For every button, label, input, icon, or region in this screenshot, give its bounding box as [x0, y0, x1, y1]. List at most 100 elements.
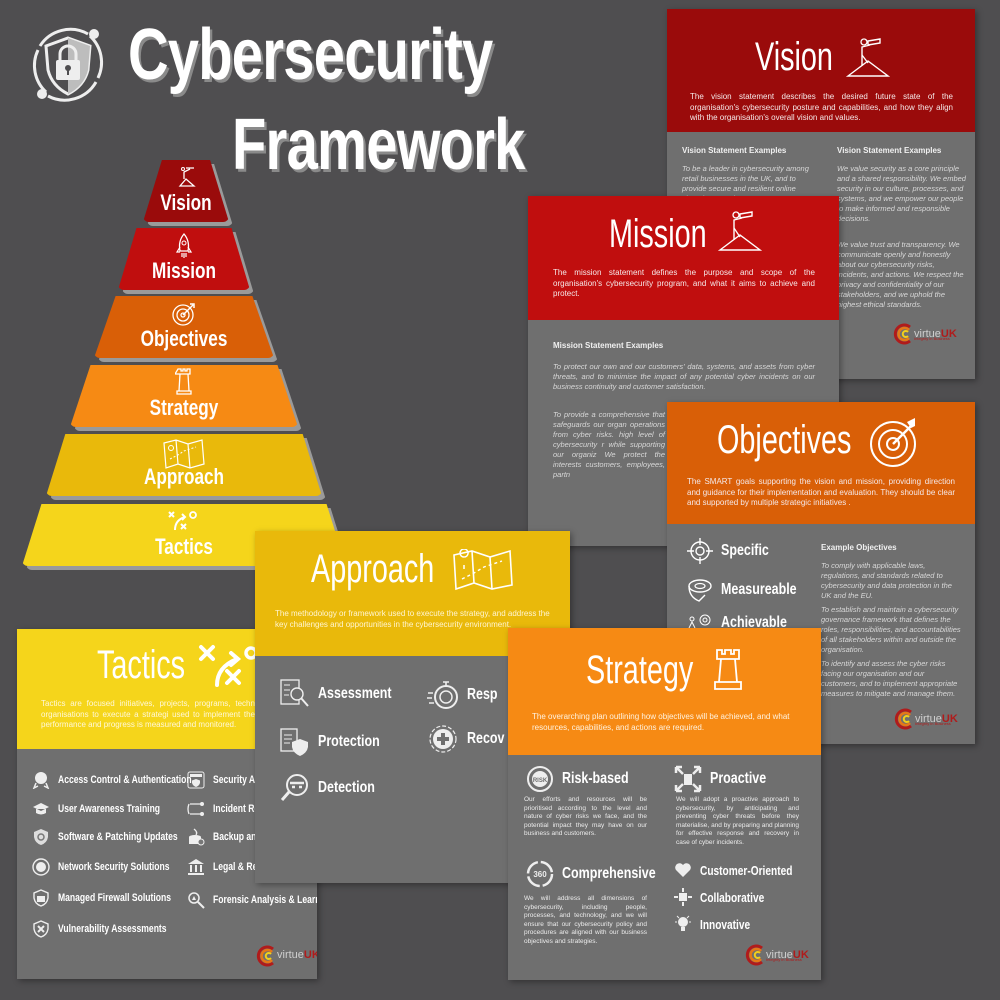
mission-examples-heading: Mission Statement Examples: [553, 341, 664, 350]
firewall-icon: [33, 889, 49, 907]
tactic-item: Software & Patching Updates: [32, 828, 211, 846]
database-fire-icon: [189, 828, 205, 846]
connector-icon: [187, 802, 204, 816]
strategy-description: The overarching plan outlining how objec…: [532, 712, 790, 732]
vision-examples-text-2: We value security as a core principle an…: [837, 164, 966, 223]
map-icon: [453, 549, 513, 591]
lightbulb-icon: [675, 915, 691, 931]
strategy-card-title: Strategy: [586, 648, 694, 692]
value-innovative: Innovative: [674, 915, 764, 933]
objectives-examples-text-2: To establish and maintain a cybersecurit…: [821, 605, 961, 654]
brand-tagline: Integrity in Business: [915, 721, 951, 726]
tactic-item: Forensic Analysis & Learning: [187, 891, 317, 909]
approach-description: The methodology or framework used to exe…: [275, 609, 550, 629]
expand-rook-icon: [674, 765, 702, 793]
graduation-cap-icon: [33, 803, 49, 815]
pyramid-label: Vision: [160, 190, 212, 215]
pyramid-tier-vision[interactable]: Vision: [143, 160, 233, 226]
medical-cross-icon: [429, 725, 457, 753]
objectives-examples-heading: Example Objectives: [821, 543, 897, 552]
page-title-line1: Cybersecurity: [128, 15, 493, 95]
brand-swirl-icon: [745, 944, 763, 966]
pyramid-tier-objectives[interactable]: Objectives: [94, 296, 278, 362]
vision-examples-text-3: We value trust and transparency. We comm…: [837, 240, 964, 309]
pyramid-label: Approach: [143, 464, 225, 489]
vision-description: The vision statement describes the desir…: [690, 92, 953, 122]
puzzle-network-icon: [674, 888, 692, 906]
strategy-proactive: Proactive: [674, 765, 782, 793]
tactic-item: Vulnerability Assessments: [32, 920, 197, 938]
tactic-item: Managed Firewall Solutions: [32, 889, 203, 907]
pyramid-tier-approach[interactable]: Approach: [46, 434, 326, 500]
play-diagram-icon: [199, 645, 257, 687]
360-icon: 360: [526, 860, 554, 888]
crosshair-icon: [687, 538, 713, 564]
risk-gauge-icon: RISK: [527, 766, 553, 792]
strategy-card: Strategy The overarching plan outlining …: [508, 628, 821, 980]
proactive-text: We will adopt a proactive approach to cy…: [676, 796, 799, 846]
objectives-examples-text-1: To comply with applicable laws, regulati…: [821, 561, 952, 600]
pyramid-label: Strategy: [149, 395, 219, 420]
pyramid-tier-mission[interactable]: Mission: [118, 228, 254, 294]
mission-card-title: Mission: [609, 212, 707, 256]
brand-tagline: Integrity in Business: [766, 957, 802, 962]
brand-logo: virtueUK Integrity in Business: [892, 323, 957, 345]
pyramid-label: Mission: [152, 258, 216, 283]
objectives-examples-text-3: To identify and assess the cyber risks f…: [821, 659, 958, 698]
chess-rook-icon: [714, 649, 742, 690]
audit-icon: [187, 771, 205, 789]
chess-rook-icon: [175, 368, 192, 395]
strategy-comprehensive: 360 Comprehensive: [526, 860, 682, 888]
explorer-telescope-icon: [718, 211, 762, 251]
explorer-telescope-icon: [846, 38, 890, 77]
tape-measure-icon: [688, 579, 712, 602]
heart-icon: [675, 863, 691, 877]
target-icon: [870, 418, 916, 467]
vision-examples-heading-1: Vision Statement Examples: [682, 146, 787, 155]
comprehensive-text: We will address all dimensions of cybers…: [524, 895, 647, 945]
stopwatch-icon: [427, 681, 458, 709]
checklist-magnifier-icon: [280, 679, 309, 707]
svg-text:RISK: RISK: [533, 778, 548, 784]
explorer-telescope-icon: [178, 167, 196, 187]
value-collaborative: Collaborative: [674, 888, 782, 906]
brand-name: virtueUK: [277, 949, 317, 961]
objectives-card-title: Objectives: [717, 418, 852, 462]
globe-icon: [32, 858, 50, 876]
risk-based-text: Our efforts and resources will be priori…: [524, 796, 647, 837]
play-diagram-icon: [168, 511, 197, 531]
brand-tagline: Integrity in Business: [914, 336, 950, 341]
brand-logo: virtueUK Integrity in Business: [744, 944, 809, 966]
approach-item: Protection: [280, 727, 397, 757]
badge-icon: [32, 772, 50, 789]
tactics-card-title: Tactics: [97, 643, 186, 687]
rocket-icon: [176, 233, 192, 258]
brand-swirl-icon: [256, 945, 274, 967]
strategy-risk-based: RISK Risk-based: [526, 765, 647, 793]
spy-magnifier-icon: [280, 774, 308, 801]
mission-examples-text-1: To protect our own and our customers' da…: [553, 362, 815, 391]
brand-swirl-icon: [894, 708, 912, 730]
smart-specific: Specific: [687, 538, 782, 564]
value-customer-oriented: Customer-Oriented: [674, 862, 818, 878]
pyramid-tier-strategy[interactable]: Strategy: [70, 365, 302, 431]
mission-examples-text-2: To provide a comprehensive that safeguar…: [553, 410, 665, 479]
document-shield-icon: [280, 728, 308, 756]
mission-description: The mission statement defines the purpos…: [553, 268, 815, 298]
brand-swirl-icon: [893, 323, 911, 345]
pyramid-label: Objectives: [140, 326, 228, 351]
approach-card-title: Approach: [311, 547, 435, 591]
shield-lock-icon: [33, 27, 103, 102]
approach-item: Detection: [280, 773, 391, 803]
approach-item: Recov: [427, 723, 515, 755]
vision-card-title: Vision: [755, 35, 833, 79]
shield-x-icon: [33, 920, 49, 938]
approach-item: Resp: [427, 679, 506, 711]
target-icon: [172, 303, 195, 326]
courthouse-icon: [188, 859, 204, 875]
shield-gear-icon: [34, 829, 48, 845]
page-title-line2: Framework: [232, 105, 525, 185]
approach-item: Assessment: [280, 679, 412, 709]
brand-logo: virtueUK Integrity in Business: [893, 708, 958, 730]
forensic-magnifier-icon: [188, 892, 205, 909]
